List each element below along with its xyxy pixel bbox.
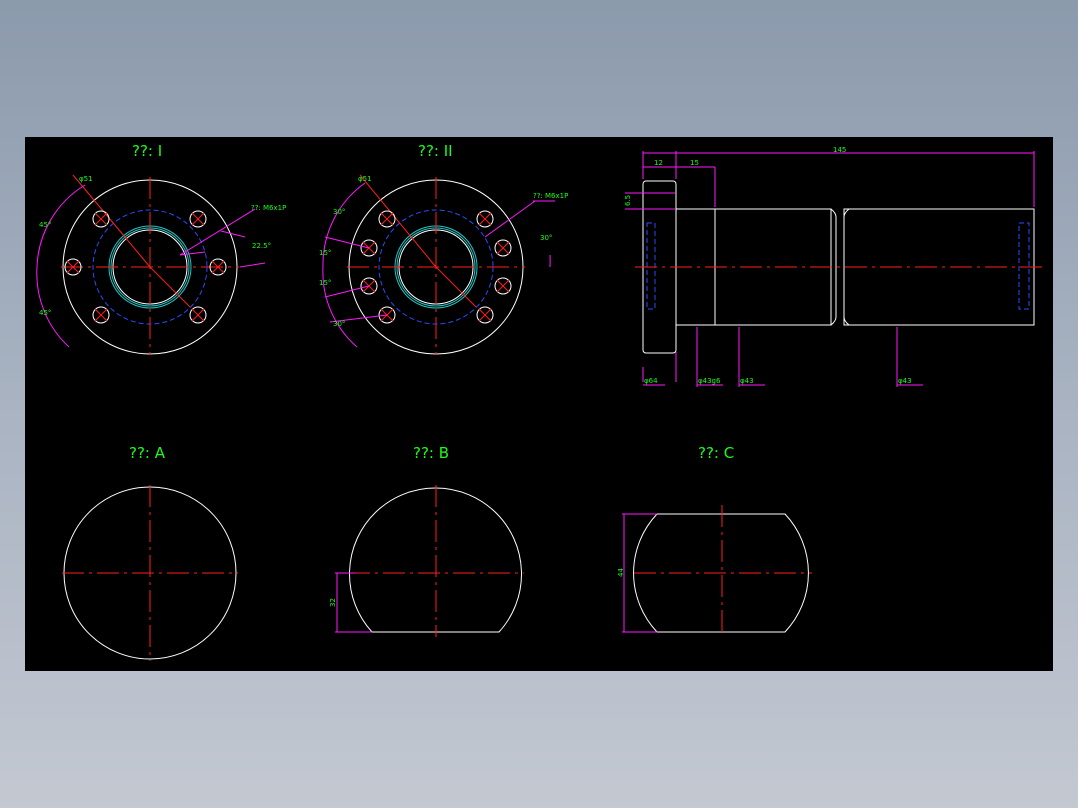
view-2: ??: II φ51 ??: M6x1P 30° 15° 15° 30° 30° <box>319 142 568 355</box>
dim-d-body2: φ43 <box>898 377 912 385</box>
dim-flange-width: 12 <box>654 159 663 167</box>
angle-tick <box>239 262 266 268</box>
dimension-lines <box>642 151 1035 207</box>
dim-height-small: 6.5 <box>624 195 632 206</box>
cad-drawing-area[interactable]: ??: I φ51 ??: M6x1P 45° 45° 22.5° ??: II <box>25 137 1053 671</box>
view-b-title: ??: B <box>413 444 449 462</box>
view-c-title: ??: C <box>698 444 734 462</box>
extension-lines <box>625 192 923 387</box>
dim-flat-height: 32 <box>329 598 337 607</box>
hidden-hole <box>646 222 656 310</box>
dim-angle-e: 30° <box>540 234 552 242</box>
angle-leaders <box>324 236 388 323</box>
dim-angle-a: 45° <box>39 221 51 229</box>
dim-bolt-circle: φ51 <box>358 175 372 183</box>
dim-flat-lines <box>335 572 372 633</box>
dim-angle-a: 30° <box>333 208 345 216</box>
dim-d-body1: φ43 <box>740 377 754 385</box>
view-1: ??: I φ51 ??: M6x1P 45° 45° 22.5° <box>36 142 286 355</box>
dim-bolt-circle: φ51 <box>79 175 93 183</box>
dim-thread-note: ??: M6x1P <box>533 192 568 200</box>
view-c: ??: C 44 <box>617 444 812 637</box>
view-1-title: ??: I <box>132 142 162 160</box>
dim-angle-c: 15° <box>319 279 331 287</box>
dim-overall-length: 145 <box>833 146 846 154</box>
dim-d-fit: φ43g6 <box>698 377 721 385</box>
view-b: ??: B 32 <box>329 444 524 637</box>
view-a: ??: A <box>62 444 238 661</box>
leader-line <box>484 200 555 238</box>
dim-d-flange: φ64 <box>644 377 658 385</box>
dim-angle-b: 45° <box>39 309 51 317</box>
dim-angle-d: 30° <box>333 320 345 328</box>
drawing-canvas: ??: I φ51 ??: M6x1P 45° 45° 22.5° ??: II <box>36 142 1043 661</box>
dim-step-len: 15 <box>690 159 699 167</box>
leader-line <box>179 208 256 256</box>
dim-angle-b: 15° <box>319 249 331 257</box>
hidden-end-hole <box>1018 222 1030 310</box>
side-view: 145 12 15 6.5 φ64 φ43g6 φ43 φ43 <box>624 146 1043 387</box>
dim-flat-width: 44 <box>617 568 625 577</box>
view-2-title: ??: II <box>418 142 453 160</box>
dim-angle-c: 22.5° <box>252 242 271 250</box>
angle-arc <box>36 184 86 348</box>
view-a-title: ??: A <box>129 444 166 462</box>
dim-thread-note: ??: M6x1P <box>251 204 286 212</box>
